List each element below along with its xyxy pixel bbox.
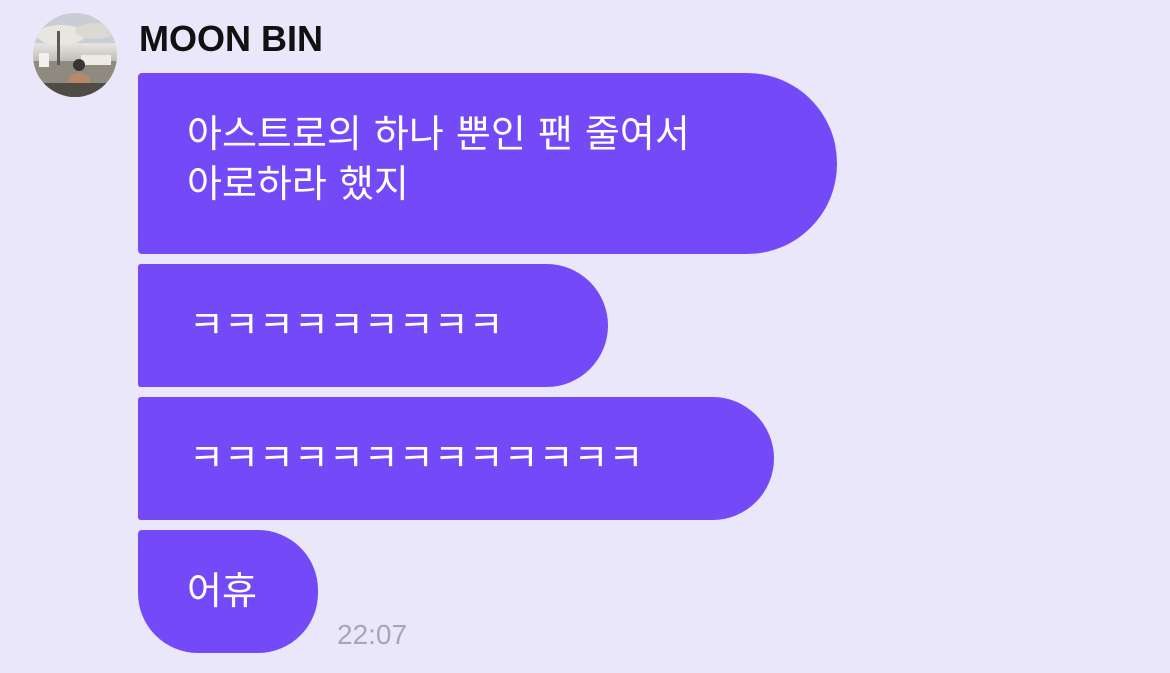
avatar-photo (33, 13, 117, 97)
message-text: ㅋㅋㅋㅋㅋㅋㅋㅋㅋㅋㅋㅋㅋ (189, 436, 644, 480)
message-bubble[interactable]: ㅋㅋㅋㅋㅋㅋㅋㅋㅋ (138, 264, 608, 387)
message-text: ㅋㅋㅋㅋㅋㅋㅋㅋㅋ (189, 303, 504, 347)
message-bubble[interactable]: 아스트로의 하나 뿐인 팬 줄여서 아로하라 했지 (138, 73, 837, 254)
message-text: 아로하라 했지 (187, 162, 409, 206)
message-timestamp: 22:07 (337, 619, 408, 650)
avatar[interactable] (33, 13, 117, 97)
message-text: 아스트로의 하나 뿐인 팬 줄여서 (187, 112, 690, 156)
message-text: 어휴 (187, 569, 257, 613)
message-bubble[interactable]: 어휴 (138, 530, 318, 653)
message-bubble[interactable]: ㅋㅋㅋㅋㅋㅋㅋㅋㅋㅋㅋㅋㅋ (138, 397, 774, 520)
sender-name: MOON BIN (139, 18, 323, 59)
